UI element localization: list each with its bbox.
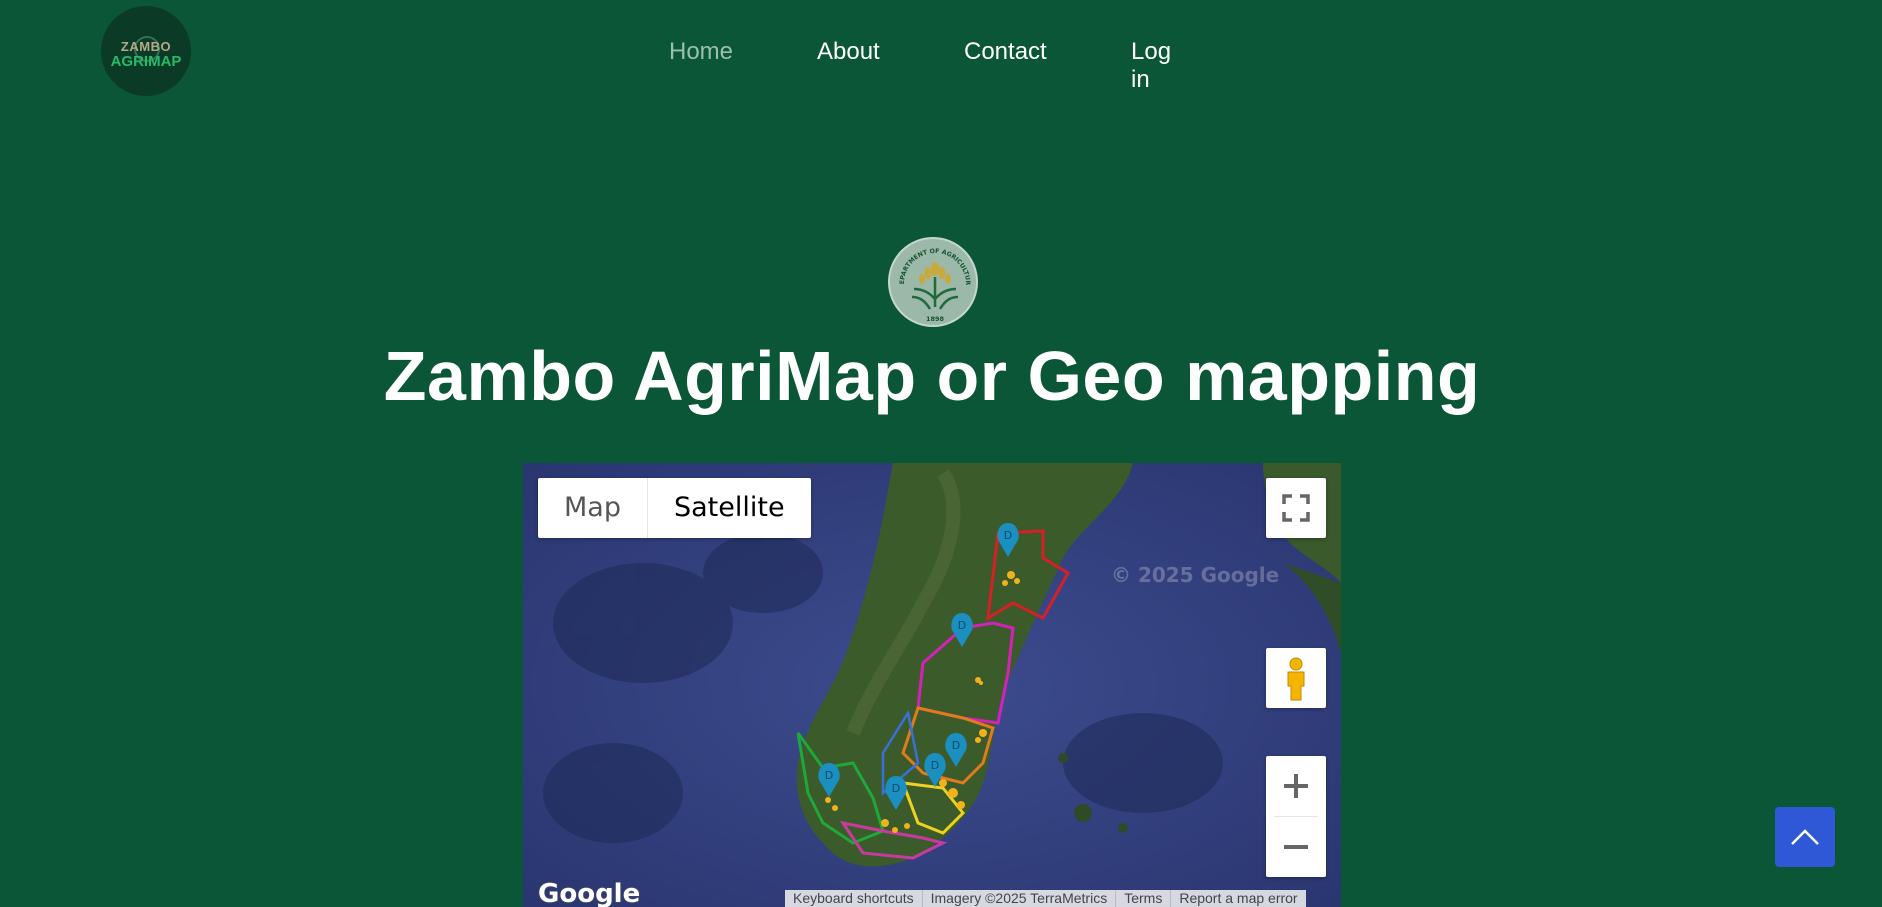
nav-login[interactable]: Log in	[1131, 38, 1171, 94]
department-seal: DEPARTMENT OF AGRICULTURE 1898	[888, 237, 978, 327]
minus-icon	[1284, 845, 1308, 849]
keyboard-shortcuts-link[interactable]: Keyboard shortcuts	[785, 890, 922, 907]
nav-about[interactable]: About	[817, 38, 880, 66]
zoom-in-button[interactable]	[1266, 756, 1326, 816]
logo-text-line1: ZAMBO	[120, 39, 172, 54]
back-to-top-button[interactable]	[1775, 807, 1835, 867]
plus-icon	[1284, 774, 1308, 798]
svg-text:DEPARTMENT OF AGRICULTURE: DEPARTMENT OF AGRICULTURE	[890, 239, 971, 286]
site-logo[interactable]: ZAMBO AGRIMAP	[101, 6, 191, 96]
page-title: Zambo AgriMap or Geo mapping	[383, 337, 1481, 415]
report-map-error-link[interactable]: Report a map error	[1170, 890, 1305, 907]
pegman-icon	[1287, 657, 1305, 701]
marker-label: D	[958, 619, 966, 632]
map-marker[interactable]: D	[951, 613, 973, 647]
google-map[interactable]: D D D D D D © 2025 Google Map Satellite	[523, 463, 1341, 907]
terms-link[interactable]: Terms	[1115, 890, 1170, 907]
marker-label: D	[952, 739, 960, 752]
seal-emblem-icon: DEPARTMENT OF AGRICULTURE 1898	[890, 239, 971, 323]
seal-year: 1898	[926, 315, 945, 323]
street-view-pegman[interactable]	[1266, 648, 1326, 708]
marker-label: D	[825, 769, 833, 782]
map-type-satellite-button[interactable]: Satellite	[648, 478, 811, 538]
map-type-control: Map Satellite	[538, 478, 811, 538]
marker-label: D	[931, 759, 939, 772]
map-marker[interactable]: D	[885, 776, 907, 810]
marker-label: D	[892, 782, 900, 795]
zoom-control	[1266, 756, 1326, 877]
marker-label: D	[1004, 529, 1012, 542]
fullscreen-icon	[1282, 494, 1310, 522]
map-marker[interactable]: D	[945, 733, 967, 767]
map-marker[interactable]: D	[818, 763, 840, 797]
map-marker[interactable]: D	[997, 523, 1019, 557]
google-logo[interactable]: Google	[538, 879, 640, 907]
nav-home[interactable]: Home	[669, 38, 733, 66]
map-watermark: © 2025 Google	[1111, 563, 1280, 587]
nav-contact[interactable]: Contact	[964, 38, 1047, 66]
fullscreen-button[interactable]	[1266, 478, 1326, 538]
logo-text-line2: AGRIMAP	[110, 53, 182, 70]
map-marker[interactable]: D	[924, 753, 946, 787]
map-type-map-button[interactable]: Map	[538, 478, 648, 538]
imagery-credit: Imagery ©2025 TerraMetrics	[921, 890, 1116, 907]
seal-top-text: DEPARTMENT OF AGRICULTURE	[890, 239, 971, 286]
map-attribution-bar: Keyboard shortcuts Imagery ©2025 TerraMe…	[785, 890, 1306, 907]
chevron-up-icon	[1791, 829, 1819, 845]
zoom-out-button[interactable]	[1266, 817, 1326, 877]
